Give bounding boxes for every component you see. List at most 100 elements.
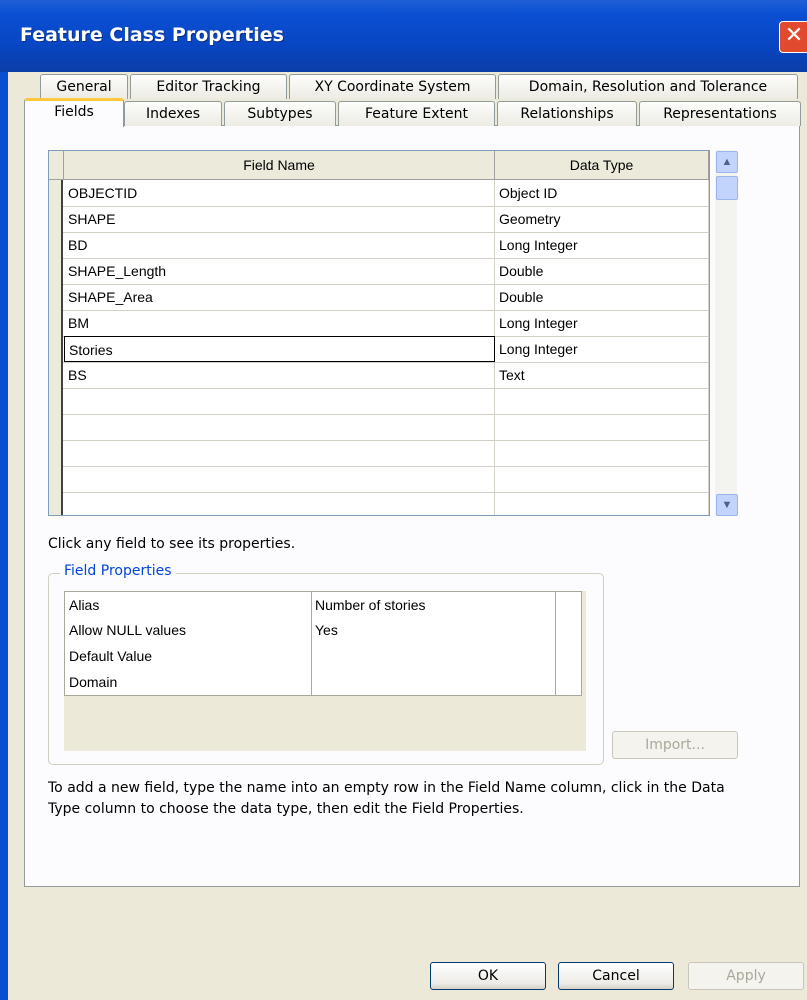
property-value[interactable] [311,669,556,695]
property-value[interactable] [311,643,556,669]
table-row[interactable]: SHAPE_Length Double [49,258,709,285]
import-button[interactable]: Import... [612,731,738,759]
property-name: Allow NULL values [64,617,312,643]
property-name: Default Value [64,643,312,669]
fields-grid[interactable]: Field Name Data Type OBJECTID Object ID SH… [48,150,710,516]
field-name-cell[interactable]: SHAPE_Area [64,284,495,310]
property-name: Domain [64,669,312,695]
data-type-cell[interactable]: Long Integer [495,232,709,258]
property-extra-cell [553,592,582,618]
tab-xy-coordinate-system[interactable]: XY Coordinate System [289,74,496,99]
property-row[interactable]: Domain [64,669,582,696]
hint-text: Click any field to see its properties. [48,536,296,552]
tab-editor-tracking[interactable]: Editor Tracking [130,74,287,99]
tab-representations[interactable]: Representations [639,101,801,126]
row-selector[interactable] [49,180,63,206]
row-selector[interactable] [49,336,63,362]
field-name-cell[interactable]: SHAPE [64,206,495,232]
field-name-cell[interactable]: BM [64,310,495,336]
tab-domain-resolution-tolerance[interactable]: Domain, Resolution and Tolerance [498,74,798,99]
grid-header: Field Name Data Type [49,151,709,180]
table-row[interactable]: OBJECTID Object ID [49,180,709,207]
property-name: Alias [64,592,312,618]
field-name-cell[interactable]: Stories [64,336,495,362]
data-type-cell[interactable]: Long Integer [495,336,709,362]
close-icon[interactable]: ✕ [779,21,807,53]
property-row[interactable]: Default Value [64,643,582,670]
data-type-cell[interactable]: Geometry [495,206,709,232]
field-name-cell[interactable] [64,466,495,492]
tab-general[interactable]: General [40,74,128,99]
field-name-cell[interactable]: BD [64,232,495,258]
row-selector[interactable] [49,206,63,232]
field-name-cell[interactable] [64,492,495,515]
table-row[interactable]: SHAPE_Area Double [49,284,709,311]
data-type-cell[interactable] [495,440,709,466]
tab-feature-extent[interactable]: Feature Extent [338,101,495,126]
table-row[interactable] [49,414,709,441]
row-selector[interactable] [49,362,63,388]
data-type-cell[interactable]: Text [495,362,709,388]
dialog-window: Feature Class Properties ✕ General Edito… [0,0,807,1000]
grid-header-selector [49,151,64,179]
row-selector[interactable] [49,232,63,258]
property-value[interactable]: Yes [311,617,556,643]
property-value[interactable]: Number of stories [311,592,556,618]
scroll-down-icon[interactable]: ▼ [716,494,738,516]
apply-button[interactable]: Apply [688,962,804,990]
tab-fields[interactable]: Fields [24,98,124,127]
row-selector[interactable] [49,414,63,440]
window-title: Feature Class Properties [20,24,284,46]
field-name-cell[interactable] [64,388,495,414]
property-row[interactable]: Alias Number of stories [64,591,582,619]
table-row[interactable]: SHAPE Geometry [49,206,709,233]
property-extra-cell [553,643,582,669]
row-selector[interactable] [49,466,63,492]
field-name-cell[interactable] [64,440,495,466]
row-selector[interactable] [49,284,63,310]
row-selector[interactable] [49,492,63,515]
row-selector[interactable] [49,258,63,284]
field-properties-title: Field Properties [60,563,176,579]
property-row[interactable]: Allow NULL values Yes [64,617,582,644]
table-row[interactable]: BD Long Integer [49,232,709,259]
row-selector[interactable] [49,440,63,466]
table-row[interactable] [49,492,709,515]
tab-subtypes[interactable]: Subtypes [224,101,336,126]
data-type-cell[interactable]: Object ID [495,180,709,206]
table-row[interactable]: BS Text [49,362,709,389]
column-header-field-name[interactable]: Field Name [64,151,495,179]
field-name-cell[interactable]: SHAPE_Length [64,258,495,284]
table-row[interactable] [49,440,709,467]
data-type-cell[interactable] [495,492,709,515]
scroll-thumb[interactable] [716,176,738,200]
tab-indexes[interactable]: Indexes [124,101,222,126]
row-selector[interactable] [49,310,63,336]
tab-relationships[interactable]: Relationships [497,101,637,126]
data-type-cell[interactable] [495,414,709,440]
data-type-cell[interactable] [495,466,709,492]
data-type-cell[interactable]: Double [495,258,709,284]
window-frame [0,72,8,1000]
table-row[interactable]: BM Long Integer [49,310,709,337]
scroll-up-icon[interactable]: ▲ [716,151,738,173]
field-properties-table: Alias Number of stories Allow NULL values Y… [64,591,586,751]
table-row[interactable] [49,466,709,493]
help-text: To add a new field, type the name into a… [48,780,725,817]
column-header-data-type[interactable]: Data Type [495,151,709,179]
table-row[interactable]: Stories Long Integer [49,336,709,363]
data-type-cell[interactable]: Double [495,284,709,310]
property-extra-cell [553,669,582,695]
data-type-cell[interactable] [495,388,709,414]
title-bar[interactable]: Feature Class Properties ✕ [0,0,807,72]
cancel-button[interactable]: Cancel [558,962,674,990]
table-row[interactable] [49,388,709,415]
ok-button[interactable]: OK [430,962,546,990]
grid-scrollbar[interactable]: ▲ ▼ [715,150,738,516]
field-name-cell[interactable] [64,414,495,440]
field-name-cell[interactable]: BS [64,362,495,388]
row-selector[interactable] [49,388,63,414]
data-type-cell[interactable]: Long Integer [495,310,709,336]
property-extra-cell [553,617,582,643]
field-name-cell[interactable]: OBJECTID [64,180,495,206]
